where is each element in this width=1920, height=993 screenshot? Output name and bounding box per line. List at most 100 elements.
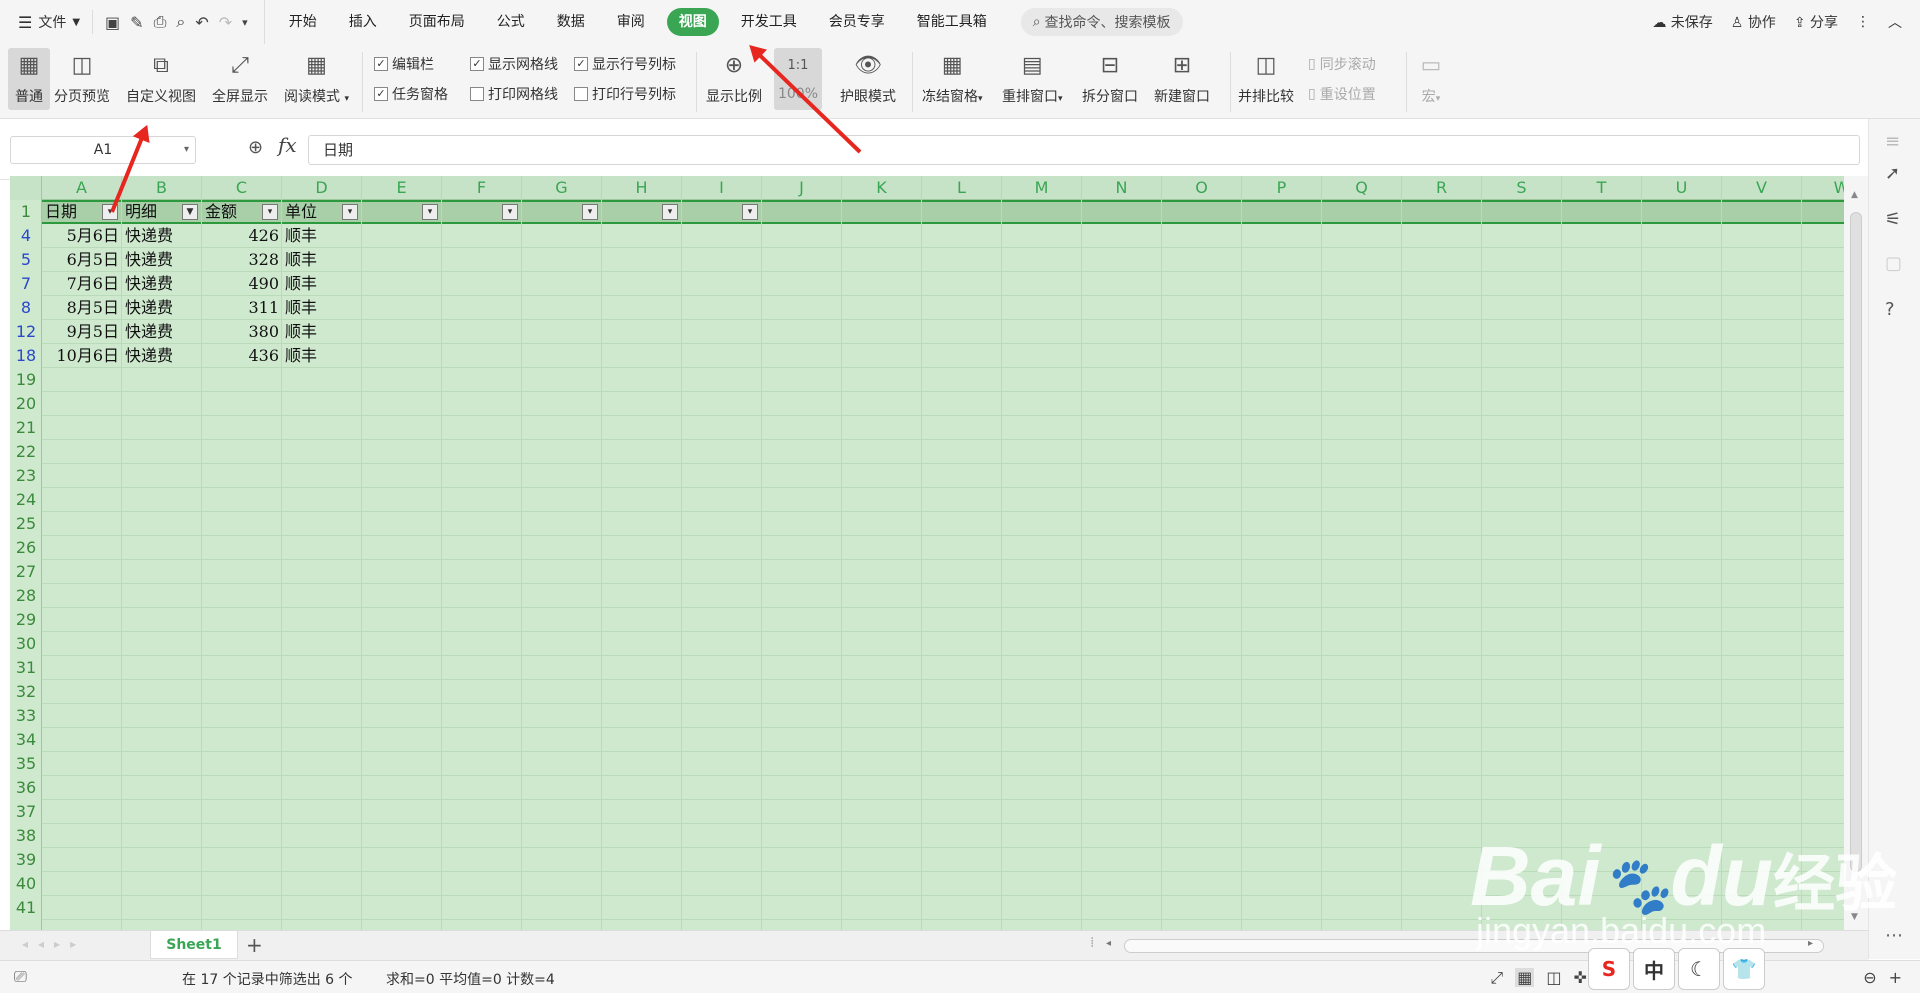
- selection-stats[interactable]: 求和=0 平均值=0 计数=4: [386, 969, 555, 989]
- tab-developer[interactable]: 开发工具: [725, 8, 813, 36]
- tab-insert[interactable]: 插入: [333, 8, 393, 36]
- select-all-corner[interactable]: [10, 176, 42, 200]
- cell-c-7[interactable]: 490: [202, 272, 282, 296]
- reading-mode-button[interactable]: ▦ 阅读模式 ▾: [284, 48, 349, 106]
- sheet-tab-sheet1[interactable]: Sheet1: [150, 931, 238, 959]
- column-header-w[interactable]: W: [1802, 176, 1844, 200]
- side-by-side-button[interactable]: ◫ 并排比较: [1238, 48, 1294, 106]
- column-header-p[interactable]: P: [1242, 176, 1322, 200]
- name-box[interactable]: A1 ▾: [10, 136, 196, 164]
- freeze-panes-button[interactable]: ▦ 冻结窗格▾: [922, 48, 983, 106]
- scroll-left-icon[interactable]: ◂: [1106, 938, 1111, 949]
- column-header-g[interactable]: G: [522, 176, 602, 200]
- cell-c-18[interactable]: 436: [202, 344, 282, 368]
- formula-bar-checkbox[interactable]: ✓ 编辑栏: [374, 54, 434, 74]
- new-window-button[interactable]: ⊞ 新建窗口: [1154, 48, 1210, 106]
- redo-icon[interactable]: ↷: [219, 13, 232, 32]
- row-header-27[interactable]: 27: [10, 560, 42, 584]
- row-header-38[interactable]: 38: [10, 824, 42, 848]
- print-gridlines-checkbox[interactable]: 打印网格线: [470, 84, 558, 104]
- zoom-slider-icon[interactable]: ⊖: [1863, 968, 1876, 987]
- column-header-r[interactable]: R: [1402, 176, 1482, 200]
- macro-button[interactable]: ▭ 宏▾: [1414, 48, 1448, 106]
- row-header-39[interactable]: 39: [10, 848, 42, 872]
- column-header-n[interactable]: N: [1082, 176, 1162, 200]
- row-header-23[interactable]: 23: [10, 464, 42, 488]
- scroll-right-icon[interactable]: ▸: [1808, 938, 1813, 949]
- row-header-7[interactable]: 7: [10, 272, 42, 296]
- row-header-35[interactable]: 35: [10, 752, 42, 776]
- cell-c-12[interactable]: 380: [202, 320, 282, 344]
- cell-c-4[interactable]: 426: [202, 224, 282, 248]
- command-search[interactable]: ⌕ 查找命令、搜索模板: [1020, 8, 1183, 36]
- column-header-e[interactable]: E: [362, 176, 442, 200]
- row-header-25[interactable]: 25: [10, 512, 42, 536]
- reading-status-icon[interactable]: ✜: [1573, 968, 1586, 987]
- arrange-windows-button[interactable]: ▤ 重排窗口▾: [1002, 48, 1063, 106]
- page-view-status-icon[interactable]: ◫: [1546, 968, 1561, 987]
- filter-dropdown-icon[interactable]: ▾: [662, 204, 678, 220]
- row-header-41[interactable]: 41: [10, 896, 42, 920]
- filter-dropdown-icon[interactable]: ▾: [342, 204, 358, 220]
- column-header-k[interactable]: K: [842, 176, 922, 200]
- blank-panel-icon[interactable]: ▢: [1885, 253, 1902, 274]
- column-header-l[interactable]: L: [922, 176, 1002, 200]
- filter-dropdown-icon[interactable]: ▾: [502, 204, 518, 220]
- task-pane-checkbox[interactable]: ✓ 任务窗格: [374, 84, 448, 104]
- print-headers-checkbox[interactable]: 打印行号列标: [574, 84, 676, 104]
- column-header-h[interactable]: H: [602, 176, 682, 200]
- cell-d-18[interactable]: 顺丰: [282, 344, 362, 368]
- tab-smart-toolbox[interactable]: 智能工具箱: [901, 8, 1003, 36]
- unsaved-status[interactable]: ☁ 未保存: [1652, 12, 1712, 32]
- cell-d-5[interactable]: 顺丰: [282, 248, 362, 272]
- column-header-s[interactable]: S: [1482, 176, 1562, 200]
- column-header-a[interactable]: A: [42, 176, 122, 200]
- split-window-button[interactable]: ⊟ 拆分窗口: [1082, 48, 1138, 106]
- cell-b-4[interactable]: 快递费: [122, 224, 202, 248]
- cell-d-4[interactable]: 顺丰: [282, 224, 362, 248]
- ime-lang-button[interactable]: 中: [1633, 948, 1675, 990]
- column-header-o[interactable]: O: [1162, 176, 1242, 200]
- sogou-logo-icon[interactable]: S: [1588, 948, 1630, 990]
- macro-record-icon[interactable]: ⎚: [14, 967, 27, 987]
- cell-d-8[interactable]: 顺丰: [282, 296, 362, 320]
- column-header-f[interactable]: F: [442, 176, 522, 200]
- column-header-u[interactable]: U: [1642, 176, 1722, 200]
- cell-b-8[interactable]: 快递费: [122, 296, 202, 320]
- formula-input[interactable]: 日期: [308, 135, 1860, 165]
- file-menu[interactable]: ☰ 文件 ▼: [0, 0, 92, 44]
- moon-icon[interactable]: ☾: [1678, 948, 1720, 990]
- fullscreen-button[interactable]: ⤢ 全屏显示: [212, 48, 268, 106]
- print-preview-icon[interactable]: ⌕: [176, 12, 185, 32]
- filter-dropdown-icon[interactable]: ▾: [262, 204, 278, 220]
- row-header-34[interactable]: 34: [10, 728, 42, 752]
- row-header-18[interactable]: 18: [10, 344, 42, 368]
- zoom-in-icon[interactable]: +: [1889, 968, 1902, 987]
- fullscreen-status-icon[interactable]: ⤢: [1490, 968, 1503, 988]
- filter-dropdown-icon[interactable]: ▾: [742, 204, 758, 220]
- cell-b-12[interactable]: 快递费: [122, 320, 202, 344]
- row-header-36[interactable]: 36: [10, 776, 42, 800]
- add-sheet-button[interactable]: +: [246, 933, 263, 957]
- cell-c-8[interactable]: 311: [202, 296, 282, 320]
- scroll-up-icon[interactable]: ▲: [1851, 190, 1858, 200]
- row-header-37[interactable]: 37: [10, 800, 42, 824]
- row-header-22[interactable]: 22: [10, 440, 42, 464]
- scroll-divider-icon[interactable]: ⁞: [1090, 935, 1094, 951]
- filter-dropdown-icon[interactable]: ▾: [422, 204, 438, 220]
- custom-view-button[interactable]: ⧉ 自定义视图: [126, 48, 196, 106]
- column-header-c[interactable]: C: [202, 176, 282, 200]
- vertical-scrollbar[interactable]: ▲ ▼: [1844, 176, 1868, 930]
- skin-shirt-icon[interactable]: 👕: [1723, 948, 1765, 990]
- page-break-preview-button[interactable]: ◫ 分页预览: [54, 48, 110, 106]
- menu-lines-icon[interactable]: ≡: [1885, 131, 1900, 152]
- tab-home[interactable]: 开始: [273, 8, 333, 36]
- column-header-t[interactable]: T: [1562, 176, 1642, 200]
- row-header-40[interactable]: 40: [10, 872, 42, 896]
- collapse-ribbon-icon[interactable]: ︿: [1888, 12, 1902, 32]
- column-header-m[interactable]: M: [1002, 176, 1082, 200]
- row-header-28[interactable]: 28: [10, 584, 42, 608]
- cell-b-7[interactable]: 快递费: [122, 272, 202, 296]
- normal-view-button[interactable]: ▦ 普通: [8, 48, 50, 110]
- tab-data[interactable]: 数据: [541, 8, 601, 36]
